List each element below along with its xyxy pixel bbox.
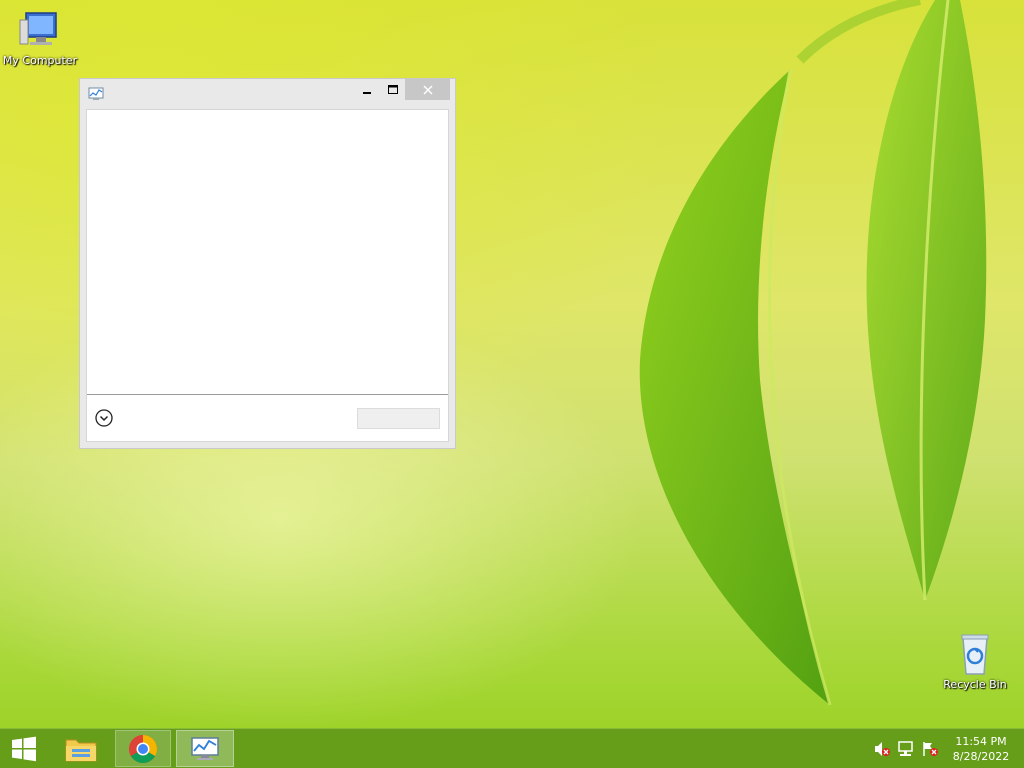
computer-icon (19, 12, 57, 45)
window-titlebar[interactable] (80, 79, 455, 108)
network-icon[interactable] (897, 741, 915, 757)
minimize-button[interactable] (356, 79, 378, 100)
dialog-action-button[interactable] (357, 408, 440, 429)
windows-logo-icon (12, 736, 36, 761)
taskbar-file-explorer[interactable] (56, 730, 106, 767)
close-button[interactable] (405, 79, 450, 100)
maximize-button[interactable] (382, 79, 404, 100)
system-tray (866, 729, 946, 768)
desktop-icon-my-computer[interactable]: My Computer (0, 8, 80, 67)
taskbar-resource-monitor[interactable] (176, 730, 234, 767)
folder-icon (65, 739, 97, 761)
volume-muted-icon[interactable] (873, 741, 891, 757)
resource-monitor-icon (88, 87, 104, 100)
taskbar: 11:54 PM 8/28/2022 (0, 728, 1024, 768)
window-client-area (86, 109, 449, 442)
resource-monitor-icon (191, 736, 219, 760)
clock-date: 8/28/2022 (952, 750, 1010, 763)
desktop-icon-label: Recycle Bin (943, 678, 1007, 691)
minimize-icon (363, 91, 371, 94)
desktop[interactable]: My Computer Recycle Bin 11:54 PM 8/28/20… (0, 0, 1024, 768)
action-center-flag-icon[interactable] (921, 741, 939, 757)
expand-details-button[interactable] (95, 409, 113, 427)
chrome-icon (129, 734, 157, 763)
start-button[interactable] (0, 730, 48, 767)
desktop-icon-label: My Computer (2, 54, 78, 67)
app-window[interactable] (79, 78, 456, 449)
footer-divider (87, 394, 448, 395)
recycle-bin-icon (961, 634, 989, 675)
taskbar-chrome[interactable] (115, 730, 171, 767)
maximize-icon (388, 84, 398, 94)
desktop-icon-recycle-bin[interactable]: Recycle Bin (935, 632, 1015, 691)
taskbar-clock[interactable]: 11:54 PM 8/28/2022 (946, 734, 1016, 764)
clock-time: 11:54 PM (955, 735, 1007, 748)
close-icon (422, 84, 433, 95)
